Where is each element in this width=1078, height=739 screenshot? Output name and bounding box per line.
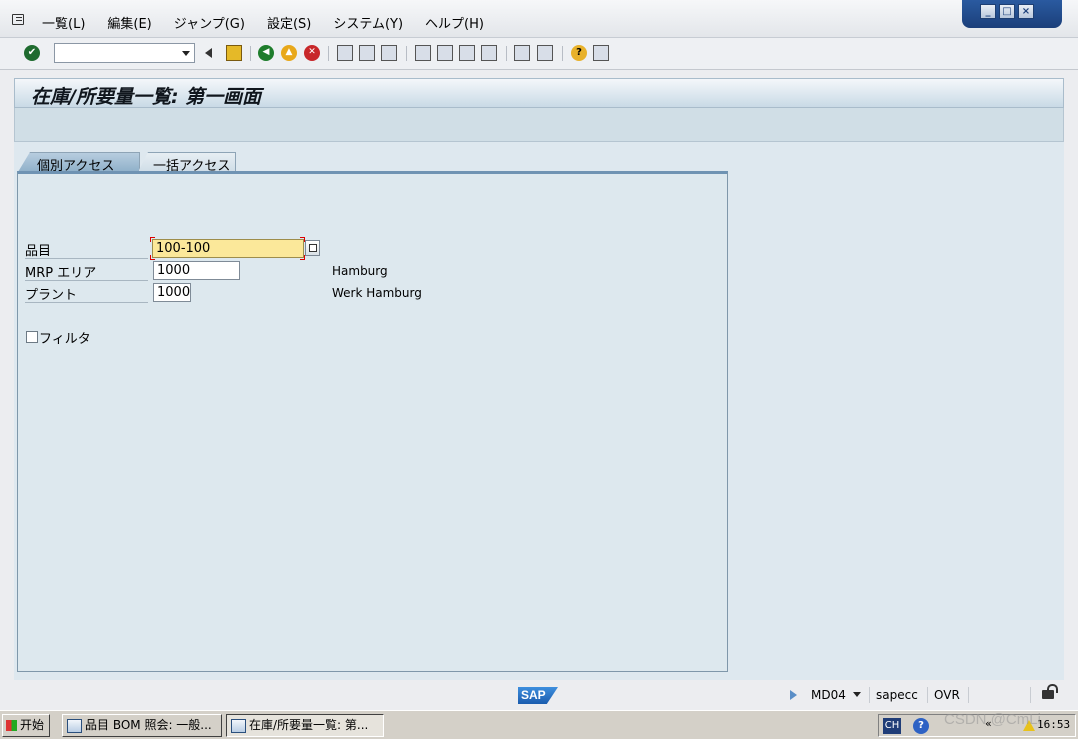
- status-divider: [927, 687, 928, 703]
- plant-field[interactable]: 1000: [153, 283, 191, 302]
- menu-item-settings[interactable]: 設定(S): [267, 13, 311, 32]
- required-marker: [150, 255, 155, 260]
- language-indicator[interactable]: CH: [883, 718, 901, 734]
- menu-item-list[interactable]: 一覧(L): [42, 13, 85, 32]
- status-divider: [869, 687, 870, 703]
- insert-mode: OVR: [934, 688, 960, 702]
- back-icon[interactable]: ◀: [258, 45, 274, 61]
- cancel-icon[interactable]: ✕: [304, 45, 320, 61]
- sap-logo: SAP: [518, 687, 558, 704]
- find-next-icon[interactable]: [381, 45, 397, 61]
- command-field[interactable]: [54, 43, 195, 63]
- chevron-down-icon[interactable]: [853, 692, 861, 697]
- title-bar: 在庫/所要量一覧: 第一画面: [14, 78, 1064, 108]
- tab-collective-access[interactable]: 一括アクセス: [138, 152, 236, 172]
- status-divider: [968, 687, 969, 703]
- material-field[interactable]: 100-100: [152, 239, 304, 258]
- window-controls: _ □ ×: [962, 0, 1062, 28]
- mrp-area-description: Hamburg: [332, 264, 388, 278]
- standard-toolbar: ✔ ◀ ▲ ✕ ?: [0, 38, 1078, 70]
- help-icon[interactable]: ?: [571, 45, 587, 61]
- menu-item-edit[interactable]: 編集(E): [107, 13, 151, 32]
- filter-label: フィルタ: [39, 332, 91, 347]
- minimize-button[interactable]: _: [980, 4, 996, 19]
- tray-help-icon[interactable]: ?: [913, 718, 929, 734]
- previous-page-icon[interactable]: [437, 45, 453, 61]
- material-label: 品目: [25, 240, 148, 259]
- layout-menu-icon[interactable]: [593, 45, 609, 61]
- first-page-icon[interactable]: [415, 45, 431, 61]
- toolbar-separator: [328, 46, 329, 61]
- menu-item-help[interactable]: ヘルプ(H): [425, 13, 484, 32]
- filter-checkbox[interactable]: [26, 331, 38, 343]
- taskbar: 开始 品目 BOM 照会: 一般... 在庫/所要量一覧: 第... CH ? …: [0, 710, 1078, 739]
- system-name: sapecc: [876, 688, 918, 702]
- create-session-icon[interactable]: [514, 45, 530, 61]
- back-arrow-icon[interactable]: [205, 48, 212, 58]
- required-marker: [150, 237, 155, 242]
- taskbar-item-active[interactable]: 在庫/所要量一覧: 第...: [226, 714, 384, 737]
- mrp-area-field[interactable]: 1000: [153, 261, 240, 280]
- taskbar-item[interactable]: 品目 BOM 照会: 一般...: [62, 714, 222, 737]
- toolbar-separator: [562, 46, 563, 61]
- status-toggle-icon[interactable]: [790, 690, 797, 700]
- mrp-area-label: MRP エリア: [25, 262, 148, 281]
- toolbar-separator: [506, 46, 507, 61]
- toolbar-separator: [250, 46, 251, 61]
- print-icon[interactable]: [337, 45, 353, 61]
- transaction-code: MD04: [811, 688, 846, 702]
- toolbar-separator: [406, 46, 407, 61]
- chevron-down-icon[interactable]: [182, 51, 190, 56]
- maximize-button[interactable]: □: [999, 4, 1015, 19]
- plant-description: Werk Hamburg: [332, 286, 422, 300]
- save-icon[interactable]: [226, 45, 242, 61]
- menu-item-system[interactable]: システム(Y): [333, 13, 403, 32]
- find-icon[interactable]: [359, 45, 375, 61]
- watermark: CSDN @CmLi: [944, 711, 1041, 728]
- page-title: 在庫/所要量一覧: 第一画面: [31, 86, 262, 108]
- status-bar: SAP MD04 sapecc OVR: [0, 682, 1078, 708]
- system-menu-icon[interactable]: [12, 14, 24, 25]
- clock: 16:53: [1037, 718, 1071, 731]
- last-page-icon[interactable]: [481, 45, 497, 61]
- next-page-icon[interactable]: [459, 45, 475, 61]
- status-divider: [1030, 687, 1031, 703]
- value-help-icon[interactable]: [305, 240, 320, 256]
- close-button[interactable]: ×: [1018, 4, 1034, 19]
- menu-bar: 一覧(L) 編集(E) ジャンプ(G) 設定(S) システム(Y) ヘルプ(H)…: [0, 0, 1078, 38]
- tab-individual-access[interactable]: 個別アクセス: [18, 152, 140, 172]
- menu-items: 一覧(L) 編集(E) ジャンプ(G) 設定(S) システム(Y) ヘルプ(H): [42, 13, 484, 32]
- menu-item-goto[interactable]: ジャンプ(G): [174, 13, 245, 32]
- shortcut-icon[interactable]: [537, 45, 553, 61]
- exit-icon[interactable]: ▲: [281, 45, 297, 61]
- application-toolbar: [14, 108, 1064, 142]
- plant-label: プラント: [25, 284, 148, 303]
- enter-icon[interactable]: ✔: [24, 45, 40, 61]
- start-button[interactable]: 开始: [2, 714, 50, 737]
- lock-icon[interactable]: [1042, 684, 1058, 699]
